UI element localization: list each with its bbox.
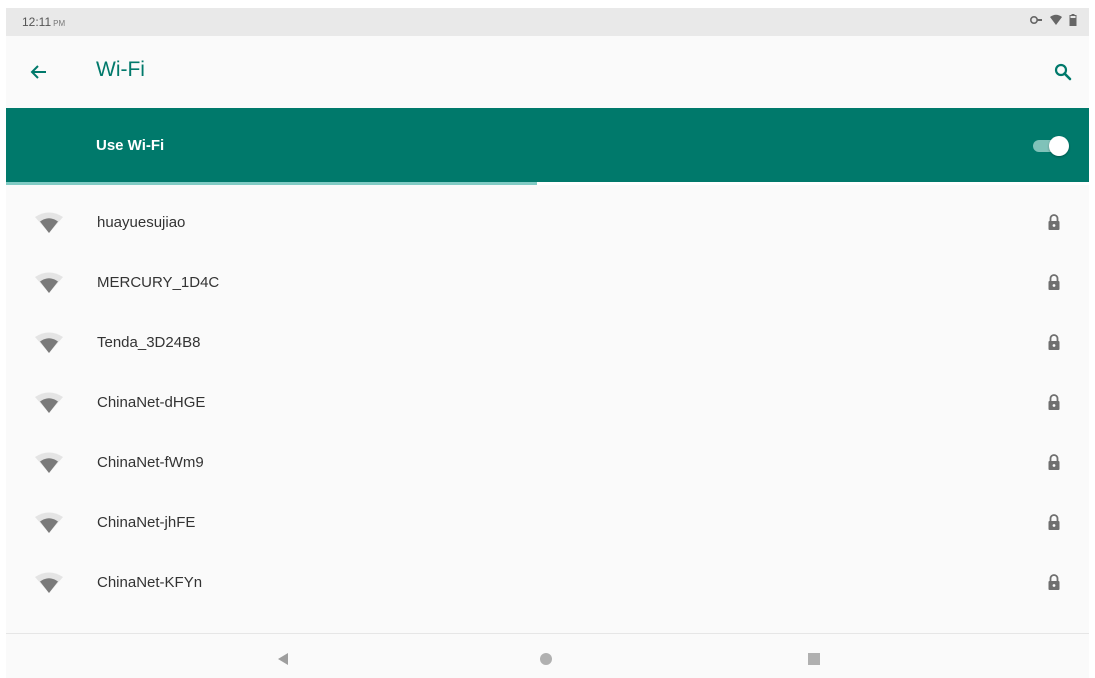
nav-home-button[interactable] bbox=[539, 652, 553, 666]
nav-recents-button[interactable] bbox=[807, 652, 821, 666]
network-name: huayuesujiao bbox=[97, 214, 186, 231]
status-icons bbox=[1029, 14, 1077, 26]
wifi-toggle-switch[interactable] bbox=[1033, 135, 1069, 156]
lock-icon bbox=[1048, 454, 1060, 470]
wifi-signal-icon bbox=[35, 512, 63, 533]
network-name: ChinaNet-jhFE bbox=[97, 514, 196, 531]
divider bbox=[6, 633, 1089, 634]
network-item[interactable]: Tenda_3D24B8 bbox=[6, 312, 1089, 372]
screen: 12:11 PM Wi-Fi Use Wi-Fi huayuesujiao ME… bbox=[6, 8, 1089, 678]
wifi-signal-icon bbox=[35, 272, 63, 293]
vpn-key-icon bbox=[1029, 14, 1043, 26]
arrow-back-icon bbox=[30, 65, 46, 79]
network-list: huayuesujiao MERCURY_1D4C Tenda_3D24B8 Chin… bbox=[6, 192, 1089, 636]
status-time: 12:11 PM bbox=[22, 15, 66, 29]
network-item[interactable]: ChinaNet-jhFE bbox=[6, 492, 1089, 552]
network-item[interactable]: ChinaNet-KFYn bbox=[6, 552, 1089, 612]
wifi-signal-icon bbox=[35, 452, 63, 473]
nav-back-icon bbox=[278, 653, 288, 665]
status-bar: 12:11 PM bbox=[6, 8, 1089, 36]
network-name: ChinaNet-dHGE bbox=[97, 394, 206, 411]
lock-icon bbox=[1048, 574, 1060, 590]
switch-thumb bbox=[1049, 136, 1069, 156]
network-item[interactable]: MERCURY_1D4C bbox=[6, 252, 1089, 312]
network-item[interactable]: ChinaNet-dHGE bbox=[6, 372, 1089, 432]
network-item[interactable]: huayuesujiao bbox=[6, 192, 1089, 252]
battery-icon bbox=[1069, 14, 1077, 26]
lock-icon bbox=[1048, 274, 1060, 290]
use-wifi-row[interactable]: Use Wi-Fi bbox=[6, 108, 1089, 182]
scan-progress-bar bbox=[6, 182, 1089, 185]
network-name: Tenda_3D24B8 bbox=[97, 334, 201, 351]
lock-icon bbox=[1048, 394, 1060, 410]
wifi-signal-icon bbox=[35, 392, 63, 413]
network-item[interactable]: ChinaNet-fWm9 bbox=[6, 432, 1089, 492]
nav-back-button[interactable] bbox=[276, 652, 290, 666]
app-bar: Wi-Fi bbox=[6, 36, 1089, 108]
lock-icon bbox=[1048, 514, 1060, 530]
status-ampm: PM bbox=[53, 19, 66, 28]
page-title: Wi-Fi bbox=[96, 58, 145, 81]
network-name: MERCURY_1D4C bbox=[97, 274, 220, 291]
wifi-signal-icon bbox=[1049, 14, 1063, 26]
scan-progress-fill bbox=[6, 182, 537, 185]
wifi-signal-icon bbox=[35, 332, 63, 353]
lock-icon bbox=[1048, 334, 1060, 350]
search-icon bbox=[1054, 63, 1072, 81]
navigation-bar bbox=[6, 636, 1089, 678]
nav-recents-icon bbox=[808, 653, 820, 665]
back-button[interactable] bbox=[24, 58, 52, 86]
wifi-signal-icon bbox=[35, 572, 63, 593]
lock-icon bbox=[1048, 214, 1060, 230]
wifi-signal-icon bbox=[35, 212, 63, 233]
nav-home-icon bbox=[540, 653, 552, 665]
search-button[interactable] bbox=[1049, 58, 1077, 86]
use-wifi-label: Use Wi-Fi bbox=[96, 137, 165, 154]
network-name: ChinaNet-fWm9 bbox=[97, 454, 204, 471]
network-name: ChinaNet-KFYn bbox=[97, 574, 203, 591]
